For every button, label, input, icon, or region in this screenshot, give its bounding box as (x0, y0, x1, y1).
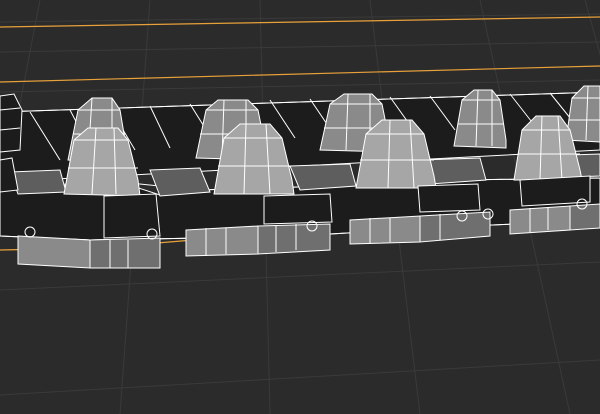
viewport-scene[interactable] (0, 0, 600, 414)
3d-viewport[interactable] (0, 0, 600, 414)
